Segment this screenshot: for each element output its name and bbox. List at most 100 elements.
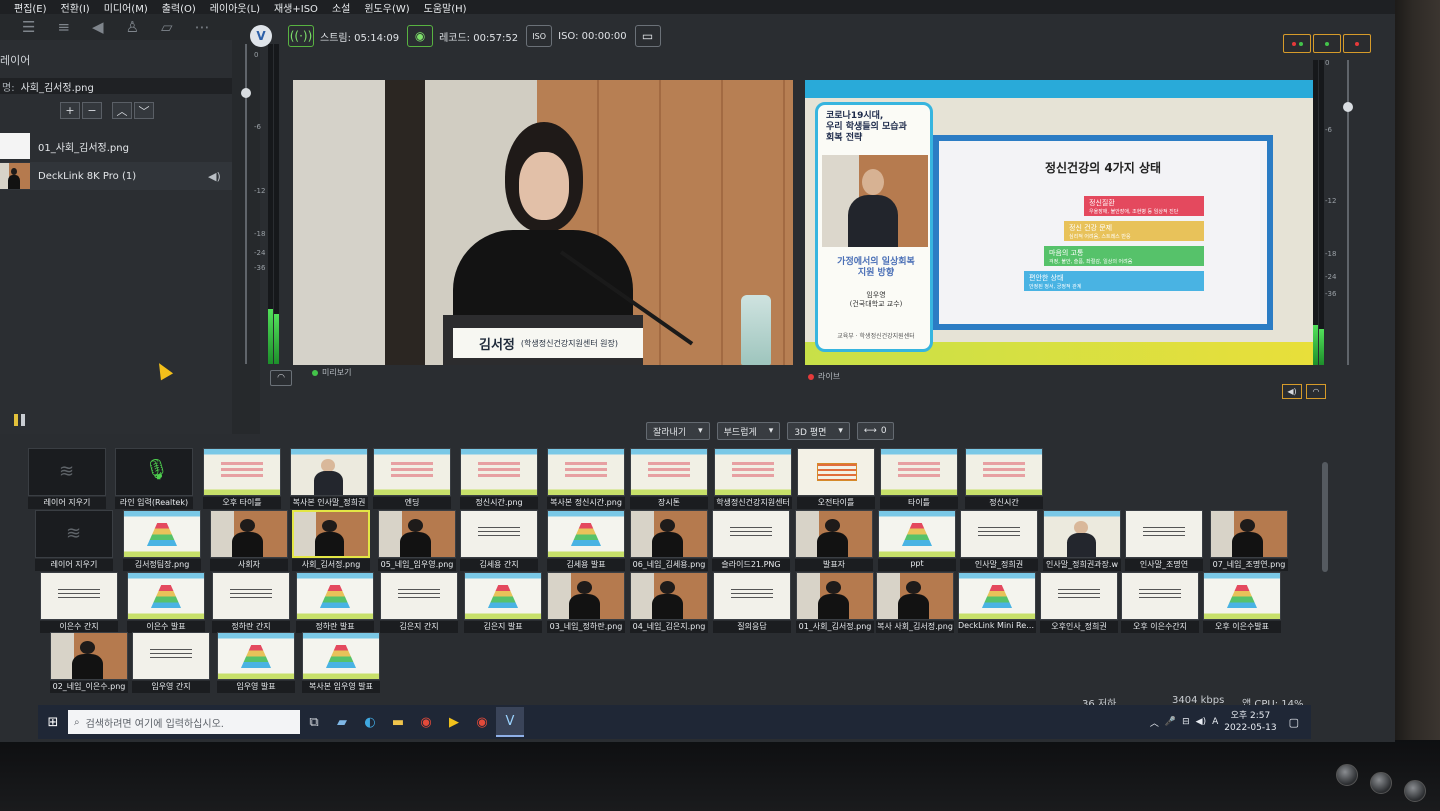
input-tile[interactable]: 이은수 간지: [40, 572, 118, 634]
microphone-icon[interactable]: 🎤: [1165, 717, 1176, 727]
speaker-icon[interactable]: ◀): [1282, 384, 1302, 399]
input-tile[interactable]: 레이어 지우기: [28, 448, 106, 510]
layer-item[interactable]: DeckLink 8K Pro (1) ◀): [0, 162, 232, 190]
media-player-icon[interactable]: ▶: [440, 707, 468, 737]
sliders-icon[interactable]: ≡: [57, 18, 70, 36]
input-tile[interactable]: 04_네임_김은지.png: [630, 572, 708, 634]
input-tile[interactable]: 질의응답: [713, 572, 791, 634]
input-tile[interactable]: 이은수 발표: [127, 572, 205, 634]
input-tile[interactable]: 슬라이드21.PNG: [712, 510, 790, 572]
widgets-icon[interactable]: ▰: [328, 707, 356, 737]
input-tile[interactable]: 임우영 간지: [132, 632, 210, 694]
external-output-icon[interactable]: ▭: [634, 25, 661, 47]
flip-transition-button[interactable]: 3D 평면 ▾: [787, 422, 850, 440]
input-tile[interactable]: 오전타이틀: [797, 448, 875, 510]
menu-item[interactable]: 편집(E): [14, 0, 47, 15]
input-tile[interactable]: 사회_김서정.png: [292, 510, 370, 572]
vmix-taskbar-icon[interactable]: V: [496, 707, 524, 737]
input-tile[interactable]: 01_사회_김서정.png: [796, 572, 874, 634]
list-icon[interactable]: ☰: [22, 18, 35, 36]
input-tile[interactable]: 김은지 간지: [380, 572, 458, 634]
input-tile[interactable]: 레이어 지우기: [35, 510, 113, 572]
input-tile[interactable]: 정신시간: [965, 448, 1043, 510]
input-tile[interactable]: 인사말_조명연: [1125, 510, 1203, 572]
file-explorer-icon[interactable]: ▬: [384, 707, 412, 737]
tag-icon[interactable]: ▱: [161, 18, 173, 36]
taskbar-search[interactable]: ⌕ 검색하려면 여기에 입력하십시오.: [68, 710, 300, 734]
layer-item[interactable]: 01_사회_김서정.png: [0, 132, 232, 160]
edge-icon[interactable]: ◐: [356, 707, 384, 737]
tray-chevron-icon[interactable]: ︿: [1150, 716, 1159, 729]
slider-handle[interactable]: [1343, 102, 1353, 112]
menu-item[interactable]: 재생+ISO: [274, 0, 318, 15]
windows-start-icon[interactable]: ⊞: [38, 705, 68, 739]
menu-item[interactable]: 출력(O): [162, 0, 196, 15]
vmix-logo-icon[interactable]: V: [250, 25, 272, 47]
notifications-icon[interactable]: ▢: [1289, 716, 1299, 729]
menu-item[interactable]: 레이아웃(L): [210, 0, 260, 15]
input-tile[interactable]: 02_네임_이은수.png: [50, 632, 128, 694]
volume-icon[interactable]: ◀): [1196, 717, 1206, 727]
input-tile[interactable]: 오후 이은수발표: [1203, 572, 1281, 634]
remove-layer-button[interactable]: −: [82, 102, 102, 119]
person-icon[interactable]: ♙: [126, 18, 139, 36]
add-layer-button[interactable]: +: [60, 102, 80, 119]
more-icon[interactable]: ⋯: [195, 18, 210, 36]
input-tile[interactable]: 인사말_정희권: [960, 510, 1038, 572]
status-indicator[interactable]: [1313, 34, 1341, 53]
record-icon[interactable]: ◉: [407, 25, 434, 47]
headphones-icon[interactable]: ◠: [270, 370, 292, 386]
input-tile[interactable]: 엔딩: [373, 448, 451, 510]
inputs-scrollbar[interactable]: [1322, 462, 1328, 572]
input-tile[interactable]: 07_네임_조명연.png: [1210, 510, 1288, 572]
input-tile[interactable]: 03_네임_정하란.png: [547, 572, 625, 634]
input-tile[interactable]: 김은지 발표: [464, 572, 542, 634]
move-down-button[interactable]: ﹀: [134, 102, 154, 119]
input-tile[interactable]: DeckLink Mini Record: [958, 572, 1036, 634]
live-output[interactable]: 코로나19시대, 우리 학생들의 모습과 회복 전략 가정에서의 일상회복 지원…: [805, 80, 1313, 365]
ime-icon[interactable]: A: [1212, 717, 1218, 727]
input-name-value[interactable]: 사회_김서정.png: [21, 79, 94, 94]
preview-volume-slider[interactable]: [241, 44, 251, 364]
input-tile[interactable]: 사회자: [210, 510, 288, 572]
task-view-icon[interactable]: ⧉: [300, 707, 328, 737]
input-tile[interactable]: 복사본 인사말_정희권: [290, 448, 368, 510]
chrome-icon[interactable]: ◉: [468, 707, 496, 737]
stream-icon[interactable]: ((·)): [288, 25, 314, 47]
network-icon[interactable]: ⊟: [1182, 717, 1190, 727]
move-up-button[interactable]: ︿: [112, 102, 132, 119]
input-tile[interactable]: 정신시간.png: [460, 448, 538, 510]
input-tile[interactable]: ppt: [878, 510, 956, 572]
input-tile[interactable]: 김세용 간지: [460, 510, 538, 572]
status-indicator[interactable]: [1343, 34, 1371, 53]
speaker-icon[interactable]: ◀): [208, 170, 221, 183]
menu-item[interactable]: 전환(I): [61, 0, 90, 15]
input-tile[interactable]: 오후인사_정희권: [1040, 572, 1118, 634]
cut-transition-button[interactable]: 잘라내기 ▾: [646, 422, 710, 440]
menu-item[interactable]: 소설: [332, 0, 350, 15]
input-tile[interactable]: 06_네임_김세용.png: [630, 510, 708, 572]
speaker-icon[interactable]: ◀: [92, 18, 104, 36]
input-tile[interactable]: 복사 사회_김서정.png: [876, 572, 954, 634]
input-tile[interactable]: 오후 이은수간지: [1121, 572, 1199, 634]
transition-speed[interactable]: ⟷ 0: [856, 422, 894, 440]
taskbar-clock[interactable]: 오후 2:57 2022-05-13: [1224, 710, 1276, 734]
menu-item[interactable]: 미디어(M): [104, 0, 148, 15]
input-tile[interactable]: 05_네임_임우영.png: [378, 510, 456, 572]
preview-monitor[interactable]: 김서정 (학생정신건강지원센터 원장): [293, 80, 793, 365]
input-tile[interactable]: 복사본 정신시간.png: [547, 448, 625, 510]
input-tile[interactable]: 라인 입력(Realtek): [115, 448, 193, 510]
fade-transition-button[interactable]: 부드럽게 ▾: [716, 422, 781, 440]
iso-icon[interactable]: ISO: [526, 25, 553, 47]
input-tile[interactable]: 오후 타이틀: [203, 448, 281, 510]
input-tile[interactable]: 타이틀: [880, 448, 958, 510]
input-tile[interactable]: 복사본 임우영 발표: [302, 632, 380, 694]
menu-item[interactable]: 윈도우(W): [364, 0, 409, 15]
menu-item[interactable]: 도움말(H): [424, 0, 467, 15]
input-tile[interactable]: 김서정팀장.png: [123, 510, 201, 572]
input-tile[interactable]: 학생정신건강지원센터: [714, 448, 792, 510]
input-tile[interactable]: 정하란 간지: [212, 572, 290, 634]
input-tile[interactable]: 장시톤: [630, 448, 708, 510]
input-tile[interactable]: 김세용 발표: [547, 510, 625, 572]
chrome-icon[interactable]: ◉: [412, 707, 440, 737]
